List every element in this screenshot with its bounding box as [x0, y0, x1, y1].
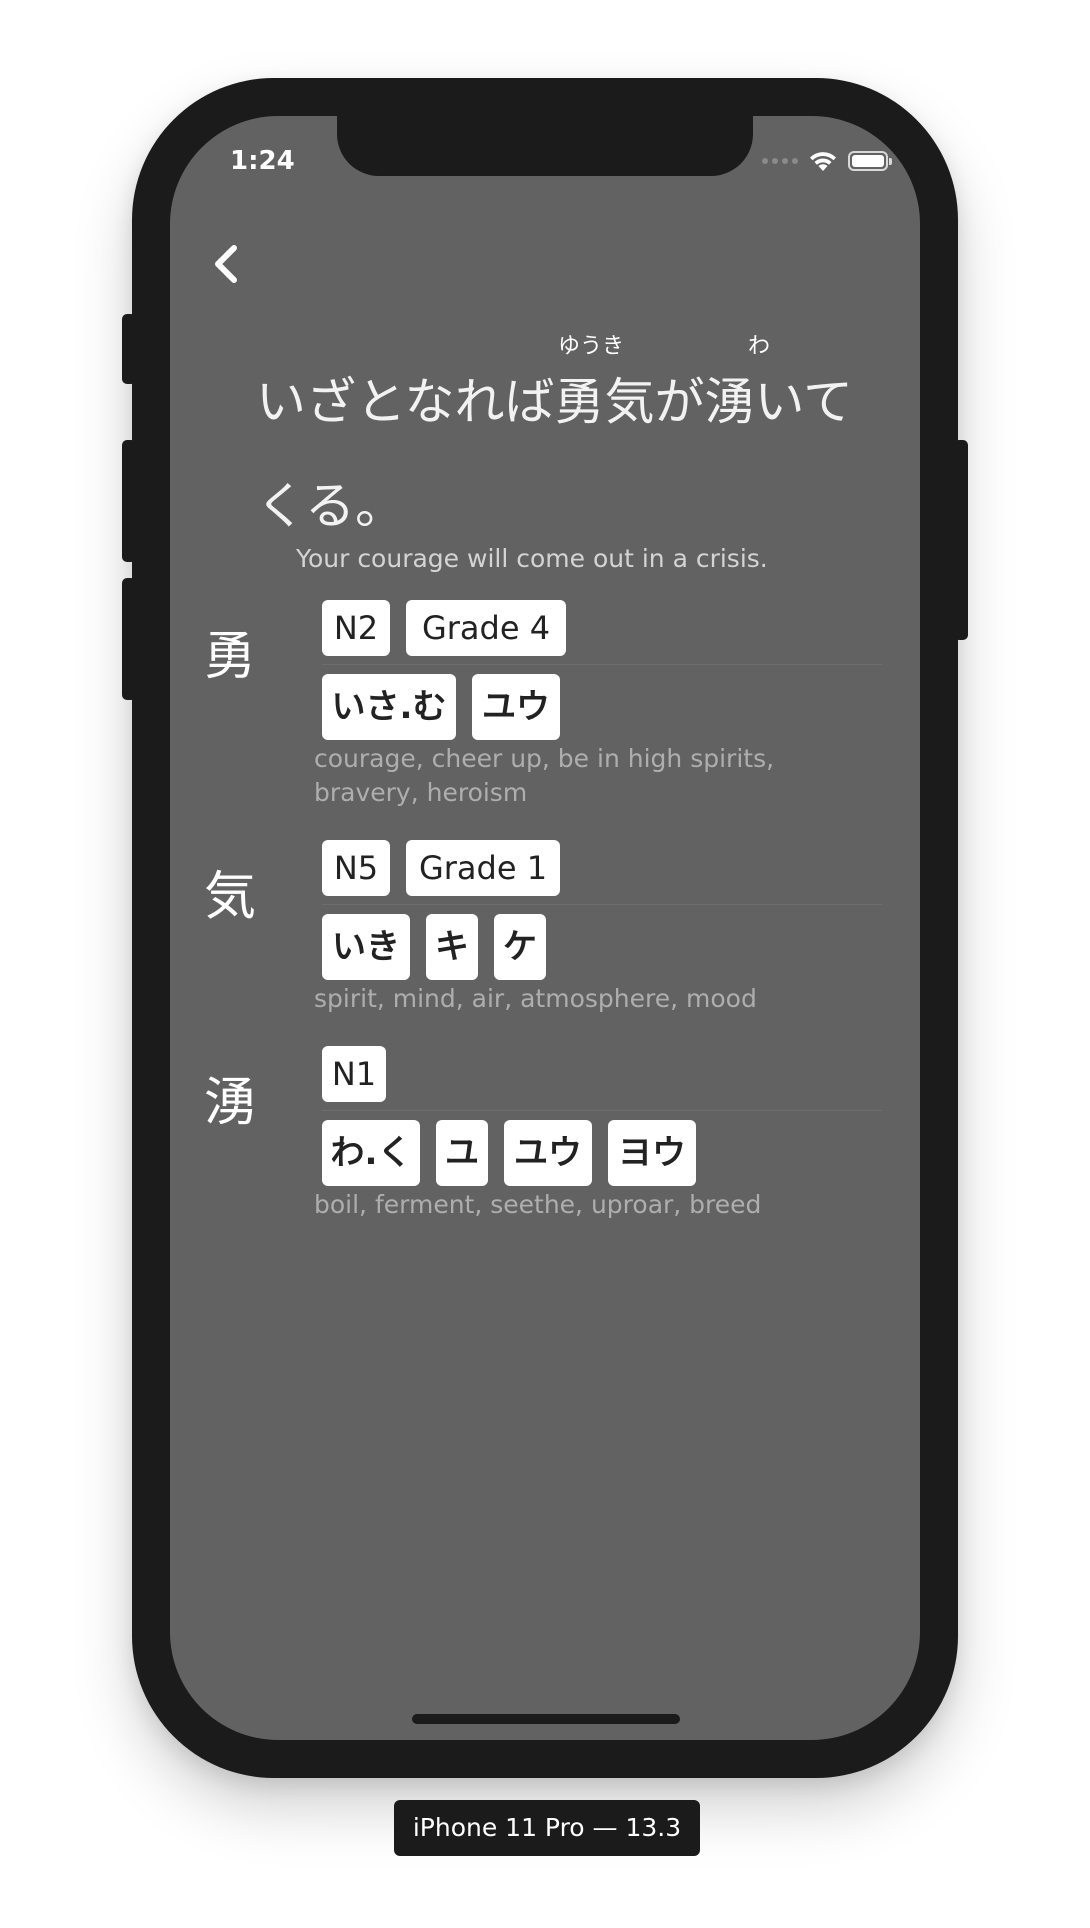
furigana-wa: わ [748, 334, 771, 359]
meaning-line: bravery, heroism [314, 778, 528, 807]
home-indicator[interactable] [412, 1714, 680, 1724]
furigana-yuuki: ゆうき [558, 334, 625, 359]
jlpt-tag: N1 [322, 1046, 386, 1102]
cellular-icon [762, 158, 798, 164]
notch [337, 116, 753, 176]
reading-chip: わ.く [322, 1120, 420, 1186]
reading-chip: いさ.む [322, 674, 456, 740]
sentence-line-2: くる。 [256, 477, 405, 535]
reading-chip: ケ [494, 914, 546, 980]
divider [322, 904, 882, 905]
kanji-character: 勇 [204, 627, 257, 687]
jlpt-tag: N5 [322, 840, 390, 896]
volume-up-button [122, 440, 136, 562]
battery-icon [848, 151, 892, 171]
volume-down-button [122, 578, 136, 700]
back-button[interactable] [206, 236, 246, 292]
reading-chip: ユウ [472, 674, 560, 740]
reading-chip: キ [426, 914, 478, 980]
reading-chip: いき [322, 914, 410, 980]
grade-tag: Grade 4 [406, 600, 566, 656]
divider [322, 664, 882, 665]
kanji-meaning: spirit, mind, air, atmosphere, mood [314, 982, 874, 1016]
meaning-line: spirit, mind, air, atmosphere, mood [314, 984, 757, 1013]
mute-switch [122, 314, 136, 384]
jlpt-tag: N2 [322, 600, 390, 656]
status-icons [762, 150, 892, 172]
status-time: 1:24 [230, 146, 295, 176]
power-button [954, 440, 968, 640]
sentence-translation: Your courage will come out in a crisis. [296, 544, 768, 573]
chevron-left-icon [215, 245, 237, 283]
meaning-line: courage, cheer up, be in high spirits, [314, 744, 775, 773]
reading-chip: ユ [436, 1120, 488, 1186]
kanji-character: 気 [204, 867, 257, 927]
reading-chip: ユウ [504, 1120, 592, 1186]
reading-chip: ヨウ [608, 1120, 696, 1186]
meaning-line: boil, ferment, seethe, uproar, breed [314, 1190, 762, 1219]
wifi-icon [810, 152, 836, 171]
kanji-meaning: boil, ferment, seethe, uproar, breed [314, 1188, 874, 1222]
divider [322, 1110, 882, 1111]
app-screen: 1:24 ゆうき わ いざとなれば勇気が湧いて くる。 Your courage… [170, 116, 920, 1740]
sentence-line-1: いざとなれば勇気が湧いて [256, 373, 853, 431]
kanji-meaning: courage, cheer up, be in high spirits, b… [314, 742, 874, 810]
simulator-device-label: iPhone 11 Pro — 13.3 [394, 1800, 700, 1856]
grade-tag: Grade 1 [406, 840, 560, 896]
kanji-character: 湧 [204, 1073, 257, 1133]
